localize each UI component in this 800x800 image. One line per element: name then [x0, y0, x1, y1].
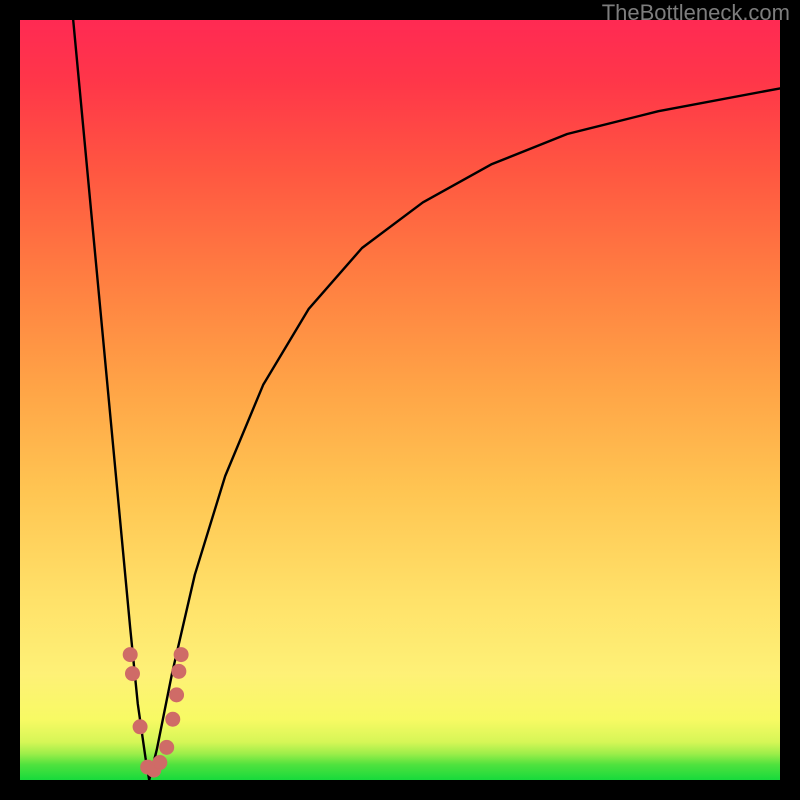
chart-frame: TheBottleneck.com — [0, 0, 800, 800]
data-point — [133, 720, 147, 734]
data-point — [123, 648, 137, 662]
data-point — [172, 664, 186, 678]
data-point — [170, 688, 184, 702]
watermark-text: TheBottleneck.com — [602, 0, 790, 26]
curve-right-branch — [149, 88, 780, 780]
data-point — [160, 740, 174, 754]
curve-left-branch — [73, 20, 149, 780]
chart-svg — [20, 20, 780, 780]
data-point — [153, 756, 167, 770]
data-point — [166, 712, 180, 726]
marker-layer — [123, 648, 188, 778]
chart-plot-area — [20, 20, 780, 780]
data-point — [174, 648, 188, 662]
data-point — [125, 667, 139, 681]
